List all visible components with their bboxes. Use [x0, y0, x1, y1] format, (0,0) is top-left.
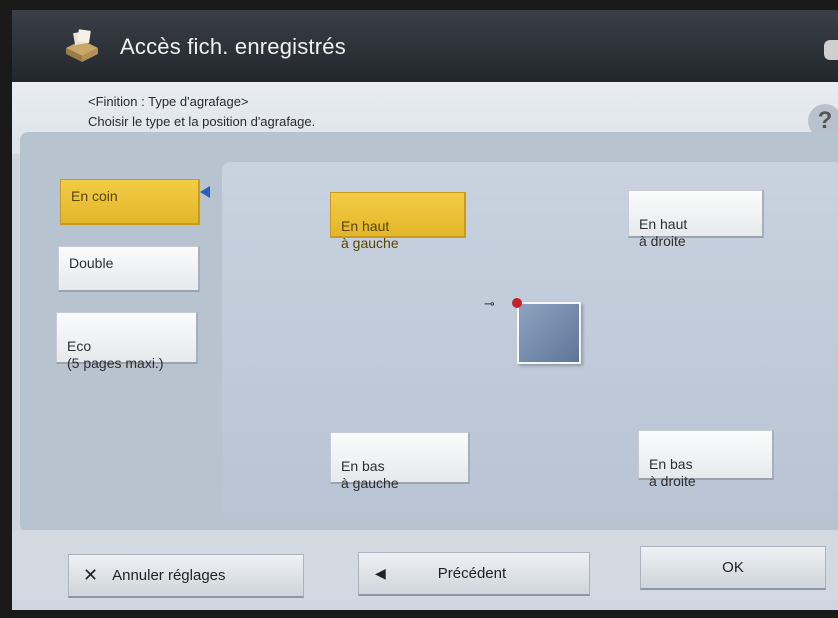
position-bottom-right-label: En bas à droite: [649, 456, 696, 489]
arrow-left-icon: ◀: [375, 565, 386, 581]
staple-position-marker: [512, 298, 522, 308]
previous-label: Précédent: [437, 565, 507, 582]
position-top-left-label: En haut à gauche: [341, 218, 399, 251]
file-box-icon: [66, 29, 98, 62]
position-top-right-label: En haut à droite: [639, 216, 688, 249]
position-bottom-left-label: En bas à gauche: [341, 458, 399, 491]
settings-icon[interactable]: [824, 40, 838, 60]
type-eco-button[interactable]: Eco (5 pages maxi.): [56, 312, 198, 371]
position-top-left-button[interactable]: En haut à gauche: [330, 192, 466, 251]
title-bar: Accès fich. enregistrés: [12, 10, 838, 82]
instruction-text: Choisir le type et la position d'agrafag…: [88, 114, 316, 129]
position-bottom-left-button[interactable]: En bas à gauche: [330, 432, 470, 491]
cancel-settings-label: Annuler réglages: [112, 567, 226, 584]
cancel-settings-button[interactable]: ✕ Annuler réglages: [68, 554, 304, 598]
position-top-right-button[interactable]: En haut à droite: [628, 190, 764, 249]
type-eco-label: Eco (5 pages maxi.): [67, 338, 164, 371]
ok-label: OK: [722, 559, 744, 576]
type-corner-button[interactable]: En coin: [60, 179, 200, 225]
window-title: Accès fich. enregistrés: [120, 34, 346, 59]
type-double-label: Double: [69, 255, 114, 271]
staple-icon: ⊸: [484, 296, 495, 311]
selection-pointer-icon: [200, 186, 210, 198]
position-bottom-right-button[interactable]: En bas à droite: [638, 430, 774, 489]
section-label: <Finition : Type d'agrafage>: [88, 94, 249, 109]
ok-button[interactable]: OK: [640, 546, 826, 590]
close-icon: ✕: [83, 565, 99, 585]
previous-button[interactable]: ◀ Précédent: [358, 552, 590, 596]
paper-preview: [517, 302, 581, 364]
type-double-button[interactable]: Double: [58, 246, 200, 292]
type-corner-label: En coin: [71, 188, 118, 204]
